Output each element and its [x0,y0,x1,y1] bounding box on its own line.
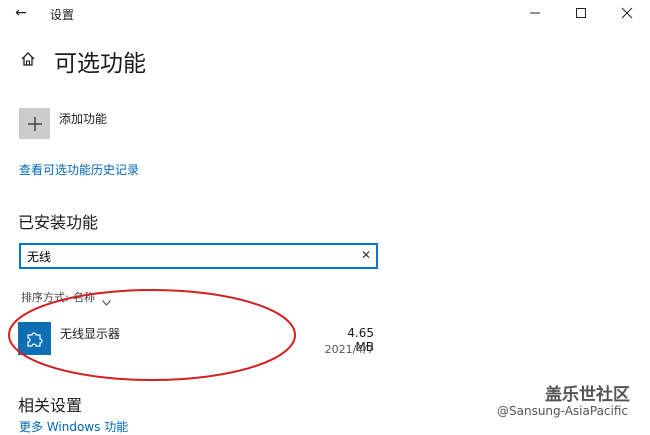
minimize-button[interactable] [512,0,558,26]
maximize-button[interactable] [558,0,604,26]
arrow-left-icon: ← [15,5,27,21]
search-input[interactable] [27,247,347,265]
history-link[interactable]: 查看可选功能历史记录 [19,161,139,178]
close-icon [621,7,633,19]
search-box[interactable]: ✕ [19,243,378,269]
close-button[interactable] [604,0,650,26]
installed-section-title: 已安装功能 [18,213,99,232]
maximize-icon [576,8,586,18]
home-icon[interactable] [20,51,36,71]
window-title: 设置 [50,8,75,22]
minimize-icon [530,12,540,14]
watermark-handle: @Sansung-AsiaPacific [497,404,629,418]
back-button[interactable]: ← [10,3,32,23]
annotation-ellipse [6,287,301,391]
related-section-title: 相关设置 [18,396,83,415]
add-feature-button[interactable] [19,108,50,139]
feature-date: 2021/4/7 [324,343,374,356]
more-windows-features-link[interactable]: 更多 Windows 功能 [19,418,128,435]
plus-icon [27,116,42,131]
clear-icon[interactable]: ✕ [361,248,371,262]
watermark-brand: 盖乐世社区 [545,385,630,405]
add-feature-label[interactable]: 添加功能 [59,110,107,127]
page-title: 可选功能 [54,51,146,77]
